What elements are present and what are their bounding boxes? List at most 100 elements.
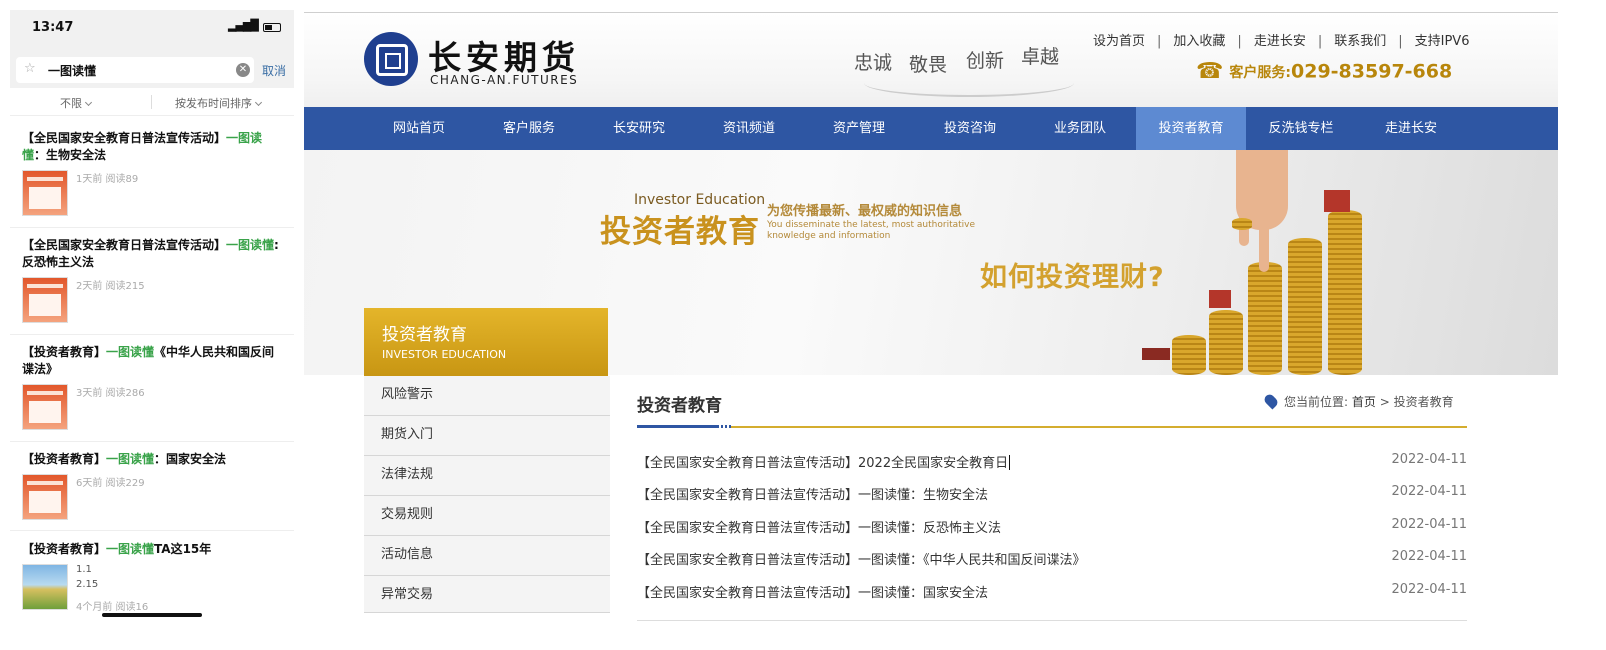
search-input[interactable]: ☆ 一图读懂 ✕ (16, 57, 254, 83)
result-title-highlight: 一图读懂 (106, 542, 155, 556)
telephone-icon: ☎ (1196, 59, 1224, 84)
breadcrumb-current: 投资者教育 (1393, 395, 1454, 409)
article-list: 【全民国家安全教育日普法宣传活动】2022全民国家安全教育日 2022-04-11… (637, 446, 1467, 608)
sidebar-item-activities[interactable]: 活动信息 (364, 536, 610, 576)
nav-item-about[interactable]: 走进长安 (1356, 107, 1466, 150)
result-meta: 1天前 阅读89 (76, 174, 139, 185)
filter-sort-label: 按发布时间排序 (175, 97, 252, 110)
sidebar-item-trading-rules[interactable]: 交易规则 (364, 496, 610, 536)
phone-search-panel: 13:47 ▂▄▆█ ◠ ☆ 一图读懂 ✕ 取消 不限 按发布时间排序 【全民国… (10, 10, 294, 620)
result-title: 【投资者教育】一图读懂《中华人民共和国反间谍法》 (22, 344, 280, 378)
result-title-text: 【投资者教育】 (22, 542, 107, 556)
result-item[interactable]: 【全民国家安全教育日普法宣传活动】一图读懂:反恐怖主义法 2天前 阅读215 (10, 237, 294, 335)
result-title: 【全民国家安全教育日普法宣传活动】一图读懂：生物安全法 (22, 130, 280, 164)
nav-item-consulting[interactable]: 投资咨询 (915, 107, 1025, 150)
result-thumbnail (22, 277, 68, 323)
sidebar-item-abnormal-trading[interactable]: 异常交易 (364, 576, 610, 613)
nav-item-team[interactable]: 业务团队 (1025, 107, 1135, 150)
link-add-favorite[interactable]: 加入收藏 (1173, 34, 1225, 49)
sidebar-item-laws[interactable]: 法律法规 (364, 456, 610, 496)
link-ipv6[interactable]: 支持IPV6 (1415, 34, 1470, 49)
nav-item-customer-service[interactable]: 客户服务 (474, 107, 584, 150)
content-title: 投资者教育 (637, 396, 722, 416)
article-row[interactable]: 【全民国家安全教育日普法宣传活动】一图读懂：生物安全法 2022-04-11 (637, 478, 1467, 510)
result-title: 【投资者教育】一图读懂：国家安全法 (22, 451, 280, 468)
filter-all[interactable]: 不限 (60, 95, 93, 111)
cancel-button[interactable]: 取消 (262, 62, 286, 79)
house-icon (1209, 290, 1231, 308)
breadcrumb-prefix: 您当前位置: (1284, 395, 1349, 409)
link-contact[interactable]: 联系我们 (1334, 34, 1386, 49)
article-row[interactable]: 【全民国家安全教育日普法宣传活动】一图读懂：反恐怖主义法 2022-04-11 (637, 511, 1467, 543)
chevron-down-icon (254, 98, 263, 107)
house-icon (1324, 190, 1350, 212)
nav-item-anti-money-laundering[interactable]: 反洗钱专栏 (1246, 107, 1356, 150)
title-divider (731, 426, 1467, 428)
breadcrumb-home[interactable]: 首页 (1352, 395, 1376, 409)
nav-item-investor-education[interactable]: 投资者教育 (1136, 107, 1246, 150)
article-link[interactable]: 【全民国家安全教育日普法宣传活动】一图读懂：反恐怖主义法 (637, 517, 1001, 536)
article-link[interactable]: 【全民国家安全教育日普法宣传活动】一图读懂：《中华人民共和国反间谍法》 (637, 549, 1086, 568)
book-icon (1142, 348, 1170, 360)
nav-item-research[interactable]: 长安研究 (584, 107, 694, 150)
coin-stack (1209, 310, 1243, 375)
result-item[interactable]: 【投资者教育】一图读懂《中华人民共和国反间谍法》 3天前 阅读286 (10, 344, 294, 442)
link-separator: | (1398, 34, 1403, 49)
coin-stack (1288, 238, 1322, 375)
article-row[interactable]: 【全民国家安全教育日普法宣传活动】2022全民国家安全教育日 2022-04-11 (637, 446, 1467, 478)
article-date: 2022-04-11 (1391, 452, 1467, 467)
logo-icon[interactable] (364, 32, 418, 86)
clear-icon[interactable]: ✕ (236, 63, 250, 77)
article-date: 2022-04-11 (1391, 549, 1467, 565)
result-title-highlight: 一图读懂 (106, 345, 155, 359)
coin-stack (1248, 262, 1282, 375)
banner-subtitle-en: You disseminate the latest, most authori… (767, 220, 976, 241)
nav-item-asset-management[interactable]: 资产管理 (804, 107, 914, 150)
result-extra: 1.1 (76, 564, 92, 575)
article-link[interactable]: 【全民国家安全教育日普法宣传活动】2022全民国家安全教育日 (637, 452, 1011, 471)
result-thumbnail (22, 170, 68, 216)
article-title: 【全民国家安全教育日普法宣传活动】2022全民国家安全教育日 (637, 456, 1009, 471)
link-set-homepage[interactable]: 设为首页 (1093, 34, 1145, 49)
title-underline-dots (717, 425, 731, 428)
sidebar-subtitle: INVESTOR EDUCATION (382, 348, 507, 361)
sidebar-item-futures-intro[interactable]: 期货入门 (364, 416, 610, 456)
result-title-text: 【全民国家安全教育日普法宣传活动】 (22, 131, 227, 145)
result-item[interactable]: 【全民国家安全教育日普法宣传活动】一图读懂：生物安全法 1天前 阅读89 (10, 130, 294, 228)
banner-question: 如何投资理财? (980, 262, 1165, 293)
sidebar-item-risk-warning[interactable]: 风险警示 (364, 376, 610, 416)
star-icon: ☆ (24, 61, 36, 76)
article-row[interactable]: 【全民国家安全教育日普法宣传活动】一图读懂：国家安全法 2022-04-11 (637, 576, 1467, 608)
result-item[interactable]: 【投资者教育】一图读懂TA这15年 1.1 2.15 4个月前 阅读16 (10, 541, 294, 620)
logo-subtext: CHANG-AN.FUTURES (430, 73, 579, 87)
nav-item-home[interactable]: 网站首页 (364, 107, 474, 150)
article-row[interactable]: 【全民国家安全教育日普法宣传活动】一图读懂：《中华人民共和国反间谍法》 2022-… (637, 543, 1467, 575)
result-meta: 3天前 阅读286 (76, 388, 145, 399)
article-date: 2022-04-11 (1391, 516, 1467, 532)
site-header: 长安期货 CHANG-AN.FUTURES 忠诚 敬畏 创新 卓越 设为首页 | 加… (304, 13, 1558, 107)
coin-stack (1172, 335, 1206, 375)
result-title-text: ：国家安全法 (154, 452, 227, 466)
banner-subtitle: 为您传播最新、最权威的知识信息 (767, 204, 963, 219)
logo-text[interactable]: 长安期货 (428, 31, 580, 79)
slogan-word: 卓越 (1021, 46, 1060, 68)
title-underline (637, 425, 717, 428)
top-links: 设为首页 | 加入收藏 | 走进长安 | 联系我们 | 支持IPV6 (1092, 30, 1470, 49)
result-meta: 4个月前 阅读16 (76, 602, 149, 613)
article-link[interactable]: 【全民国家安全教育日普法宣传活动】一图读懂：国家安全法 (637, 582, 988, 601)
filter-all-label: 不限 (60, 97, 82, 110)
result-meta: 6天前 阅读229 (76, 478, 145, 489)
result-thumbnail (22, 564, 68, 610)
battery-icon (263, 23, 281, 32)
home-indicator (102, 613, 202, 617)
status-bar: 13:47 ▂▄▆█ ◠ (10, 10, 294, 46)
result-thumbnail (22, 384, 68, 430)
article-link[interactable]: 【全民国家安全教育日普法宣传活动】一图读懂：生物安全法 (637, 484, 988, 503)
sidebar-header: 投资者教育 INVESTOR EDUCATION (364, 308, 608, 376)
result-item[interactable]: 【投资者教育】一图读懂：国家安全法 6天前 阅读229 (10, 451, 294, 531)
nav-item-news[interactable]: 资讯频道 (694, 107, 804, 150)
search-row: ☆ 一图读懂 ✕ 取消 (10, 46, 294, 88)
chevron-down-icon (84, 98, 93, 107)
filter-sort[interactable]: 按发布时间排序 (175, 95, 263, 111)
link-about[interactable]: 走进长安 (1254, 34, 1306, 49)
